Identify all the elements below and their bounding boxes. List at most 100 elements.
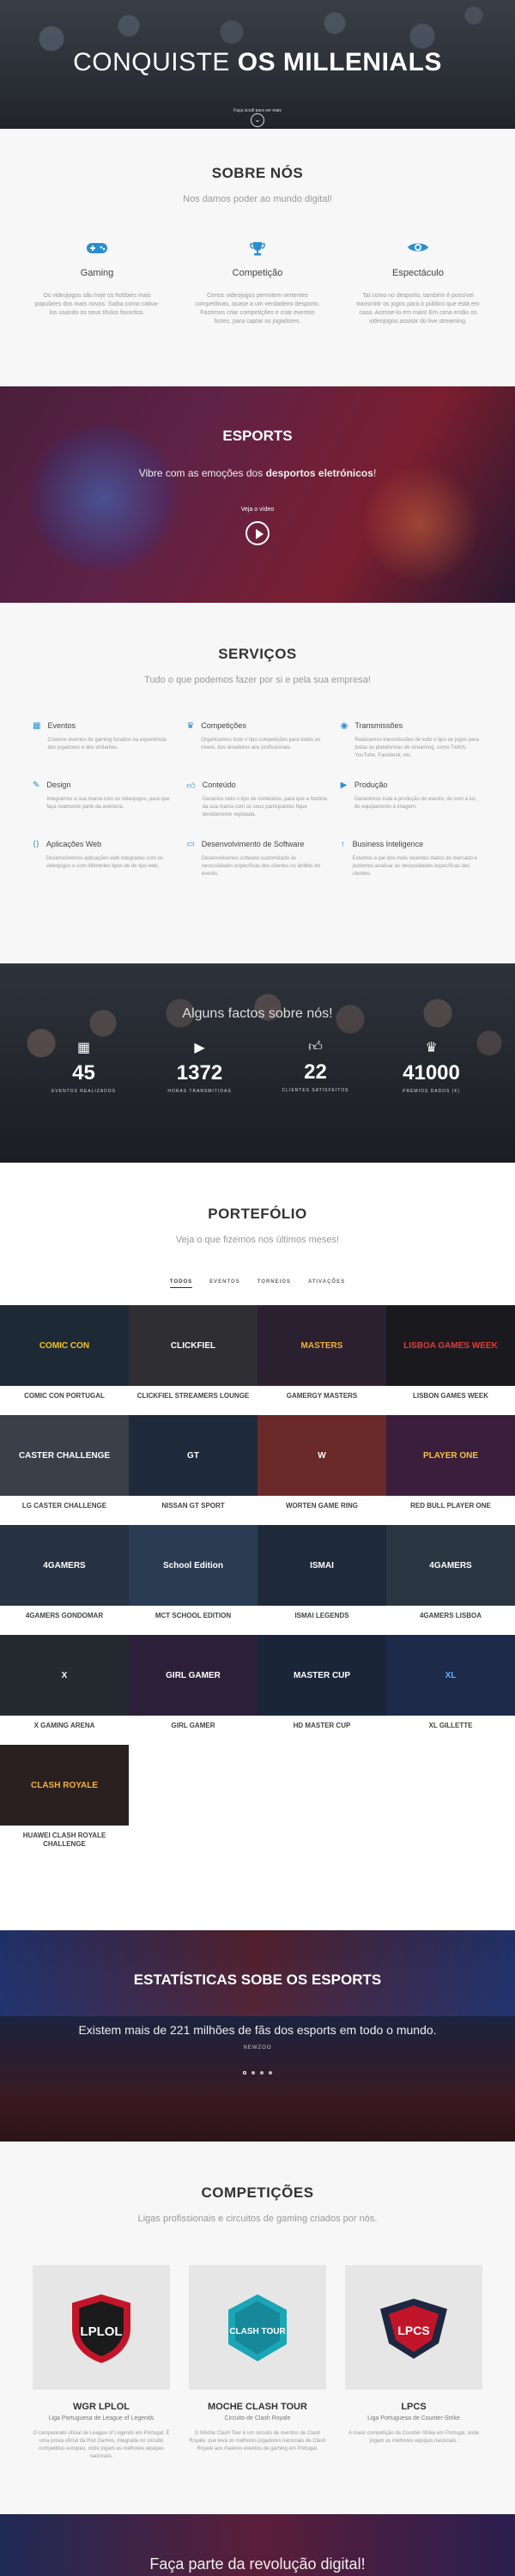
about-title: SOBRE NÓS	[211, 165, 304, 181]
hero-section: CONQUISTE OS MILLENIALS Faça scroll para…	[0, 0, 515, 129]
competition-card[interactable]: CLASH TOUR MOCHE CLASH TOUR Circuito de …	[189, 2265, 326, 2461]
portfolio-logo: MASTER CUP	[293, 1670, 351, 1680]
competition-logo: LPLOL	[33, 2265, 170, 2390]
service-text: Geramos todo o tipo de conteúdos, para q…	[202, 797, 327, 817]
stat-number: 1372	[176, 1061, 223, 1084]
portfolio-item[interactable]: 4GAMERS 4GAMERS GONDOMAR	[0, 1525, 129, 1635]
portfolio-item[interactable]: GT NISSAN GT SPORT	[129, 1415, 258, 1525]
filter-all[interactable]: TODOS	[169, 1279, 193, 1288]
filter-tournaments[interactable]: TORNEIOS	[258, 1279, 291, 1288]
portfolio-item[interactable]: MASTERS GAMERGY MASTERS	[258, 1305, 386, 1415]
portfolio-thumbnail: W	[258, 1415, 386, 1496]
service-item: ♛ Competições Organizamos todo o tipo comp…	[186, 721, 328, 760]
service-item: ⟨⟩ Aplicações Web Desenvolvemos aplicações…	[33, 840, 174, 878]
code-icon: ⟨⟩	[33, 840, 39, 849]
broadcast-icon: ◉	[340, 721, 348, 731]
play-video-button[interactable]	[245, 521, 270, 545]
carousel-dot[interactable]	[243, 2071, 246, 2075]
carousel-dot[interactable]	[260, 2071, 264, 2075]
competitions-subtitle: Ligas profissionais e circuitos de gamin…	[137, 2214, 378, 2224]
pencil-icon: ✎	[33, 781, 40, 790]
competition-card[interactable]: LPCS LPCS Liga Portuguesa de Counter-Str…	[345, 2265, 482, 2461]
stat-label: HORAS TRANSMITIDAS	[167, 1089, 232, 1094]
about-col-title: Competição	[232, 268, 283, 278]
about-subtitle: Nos damos poder ao mundo digital!	[183, 194, 332, 204]
carousel-dot[interactable]	[251, 2071, 255, 2075]
portfolio-thumbnail: PLAYER ONE	[386, 1415, 515, 1496]
portfolio-logo: School Edition	[163, 1560, 223, 1571]
portfolio-logo: PLAYER ONE	[422, 1450, 479, 1461]
svg-text:LPLOL: LPLOL	[80, 2324, 122, 2339]
gamepad-icon	[33, 240, 161, 259]
service-text: Realizamos transmissões de todo o tipo d…	[354, 738, 479, 758]
laptop-icon: ▭	[186, 840, 195, 849]
cta-title: Faça parte da revolução digital!	[149, 2555, 366, 2573]
portfolio-caption: LG CASTER CHALLENGE	[21, 1502, 107, 1510]
service-title: Design	[46, 781, 71, 789]
thumbs-up-icon: 👍︎	[186, 781, 196, 791]
thumbs-up-icon: 👍︎	[308, 1040, 323, 1054]
portfolio-thumbnail: 4GAMERS	[386, 1525, 515, 1606]
service-text: Desenvolvemos aplicações web integradas …	[45, 856, 163, 869]
portfolio-item[interactable]: CASTER CHALLENGE LG CASTER CHALLENGE	[0, 1415, 129, 1525]
calendar-icon: ▦	[33, 721, 41, 731]
video-camera-icon: ▶	[340, 781, 348, 790]
portfolio-item[interactable]: MASTER CUP HD MASTER CUP	[258, 1635, 386, 1745]
competitions-title: COMPETIÇÕES	[201, 2184, 314, 2201]
portfolio-item[interactable]: CLASH ROYALE HUAWEI CLASH ROYALE CHALLENG…	[0, 1745, 129, 1855]
portfolio-item[interactable]: ISMAI ISMAI LEGENDS	[258, 1525, 386, 1635]
rocket-icon: ↑	[340, 840, 345, 849]
competition-text: O campeonato oficial de League of Legend…	[33, 2431, 170, 2459]
service-text: Garantimos toda a produção do evento, do…	[354, 797, 477, 810]
stats-source: NEWZOO	[243, 2045, 272, 2050]
stat-hours: ▶ 1372 HORAS TRANSMITIDAS	[153, 1039, 247, 1094]
chevron-down-icon: ⌄	[254, 116, 261, 124]
portfolio-item[interactable]: XL XL GILLETTE	[386, 1635, 515, 1745]
portfolio-item[interactable]: GIRL GAMER GIRL GAMER	[129, 1635, 258, 1745]
service-text: Desenvolvemos software customizado às ne…	[201, 856, 320, 877]
svg-text:LPCS: LPCS	[397, 2324, 429, 2337]
service-text: Integramos a sua marca com os videojogos…	[46, 797, 170, 810]
esports-subtitle: Vibre com as emoções dos desportos eletr…	[138, 467, 377, 479]
carousel-dot[interactable]	[269, 2071, 272, 2075]
filter-activations[interactable]: ATIVAÇÕES	[308, 1279, 345, 1288]
about-col-title: Espectáculo	[392, 268, 444, 278]
portfolio-logo: LISBOA GAMES WEEK	[403, 1340, 498, 1351]
scroll-down-button[interactable]: ⌄	[251, 113, 264, 127]
services-title: SERVIÇOS	[218, 646, 297, 662]
service-item: ◉ Transmissões Realizamos transmissões de …	[341, 721, 482, 760]
portfolio-item[interactable]: X X GAMING ARENA	[0, 1635, 129, 1745]
portfolio-item[interactable]: COMIC CON COMIC CON PORTUGAL	[0, 1305, 129, 1415]
competition-card[interactable]: LPLOL WGR LPLOL Liga Portuguesa de Leagu…	[33, 2265, 170, 2461]
portfolio-logo: X	[61, 1670, 68, 1680]
portfolio-item[interactable]: 4GAMERS 4GAMERS LISBOA	[386, 1525, 515, 1635]
clash-tour-badge-icon: CLASH TOUR	[228, 2293, 287, 2361]
portfolio-caption: 4GAMERS GONDOMAR	[25, 1612, 104, 1619]
portfolio-item[interactable]: School Edition MCT SCHOOL EDITION	[129, 1525, 258, 1635]
services-section: SERVIÇOS Tudo o que podemos fazer por si…	[0, 603, 515, 963]
portfolio-section: PORTEFÓLIO Veja o que fizemos nos último…	[0, 1163, 515, 1923]
portfolio-logo: CLICKFIEL	[170, 1340, 216, 1351]
portfolio-item[interactable]: W WORTEN GAME RING	[258, 1415, 386, 1525]
portfolio-item[interactable]: LISBOA GAMES WEEK LISBON GAMES WEEK	[386, 1305, 515, 1415]
competition-text: O Moche Clash Tour é um circuito de even…	[189, 2431, 326, 2451]
portfolio-item[interactable]: CLICKFIEL CLICKFIEL STREAMERS LOUNGE	[129, 1305, 258, 1415]
calendar-icon: ▦	[76, 1041, 91, 1055]
portfolio-thumbnail: CASTER CHALLENGE	[0, 1415, 129, 1496]
service-title: Produção	[354, 781, 388, 789]
about-section: SOBRE NÓS Nos damos poder ao mundo digit…	[0, 129, 515, 386]
portfolio-caption: WORTEN GAME RING	[286, 1502, 358, 1510]
stat-prizes: ♛ 41000 PRÉMIOS DADOS (€)	[385, 1039, 479, 1094]
play-icon	[256, 529, 264, 539]
stat-label: EVENTOS REALIZADOS	[52, 1089, 116, 1094]
stat-clients: 👍︎ 22 CLIENTES SATISFEITOS	[269, 1039, 363, 1094]
filter-events[interactable]: EVENTOS	[209, 1279, 240, 1288]
portfolio-item[interactable]: PLAYER ONE RED BULL PLAYER ONE	[386, 1415, 515, 1525]
portfolio-thumbnail: MASTERS	[258, 1305, 386, 1386]
esports-section: ESPORTS Vibre com as emoções dos desport…	[0, 386, 515, 603]
portfolio-thumbnail: CLICKFIEL	[129, 1305, 258, 1386]
portfolio-logo: CLASH ROYALE	[31, 1780, 98, 1790]
stat-number: 45	[72, 1061, 95, 1084]
about-col-text: Tal como no desporto, também é possível …	[356, 293, 480, 325]
portfolio-caption: ISMAI LEGENDS	[294, 1612, 349, 1619]
